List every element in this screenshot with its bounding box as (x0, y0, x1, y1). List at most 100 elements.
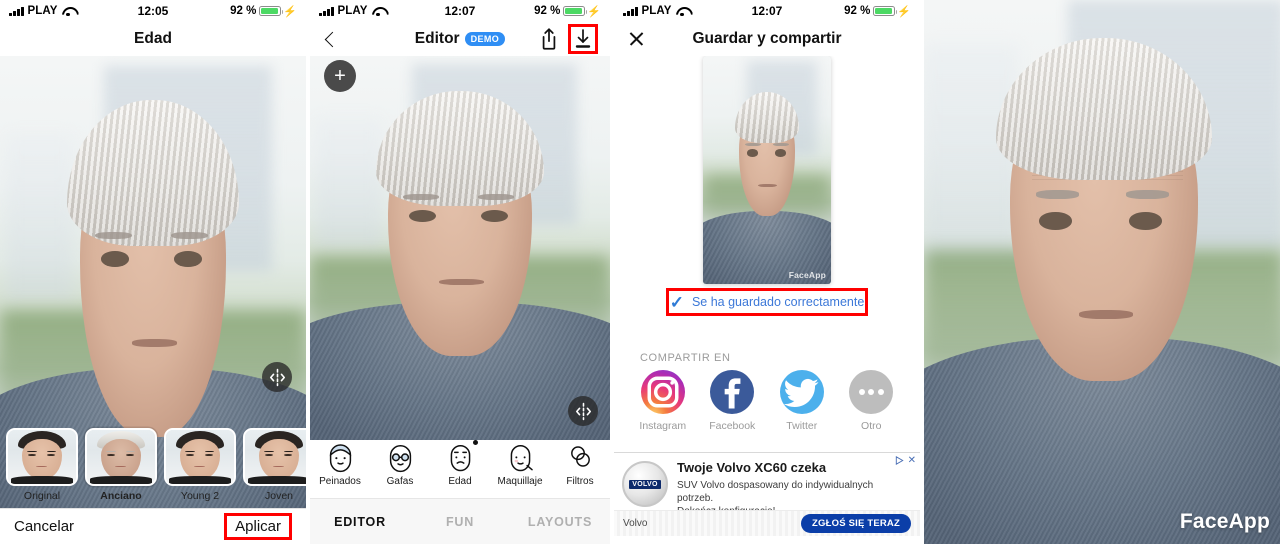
nav-bar: Edad (0, 22, 306, 56)
tool-label: Edad (448, 476, 472, 487)
nav-actions (536, 22, 610, 56)
style-label: Original (23, 490, 61, 502)
tool-edad[interactable]: Edad (430, 440, 490, 487)
status-bar: PLAY 12:05 92 % ⚡ (0, 0, 306, 22)
volvo-logo-icon: VOLVO (622, 461, 668, 507)
style-filmstrip[interactable]: Original Anciano Young 2 Joven (0, 428, 306, 508)
compare-split-icon[interactable] (262, 362, 292, 392)
tool-peinados[interactable]: Peinados (310, 440, 370, 487)
makeup-icon (504, 440, 537, 473)
result-preview-image[interactable]: FaceApp (703, 56, 831, 284)
tab-editor[interactable]: EDITOR (310, 515, 410, 529)
facebook-icon (710, 370, 755, 414)
style-thumbnail[interactable] (243, 428, 306, 486)
style-thumbnail[interactable] (164, 428, 236, 486)
check-icon: ✓ (669, 292, 684, 312)
photo-eye-left (409, 209, 436, 222)
phone-panel-editor: PLAY 12:07 92 % ⚡ Editor DEMO + Peinados… (310, 0, 610, 544)
tool-maquillaje[interactable]: Maquillaje (490, 440, 550, 487)
preview-wrapper: FaceApp (614, 56, 920, 284)
photo-mouth (1078, 310, 1133, 319)
share-facebook[interactable]: Facebook (698, 370, 768, 432)
close-button[interactable] (614, 31, 645, 48)
tool-label: Gafas (386, 476, 414, 487)
filters-icon (564, 440, 597, 473)
thumb-image (245, 430, 306, 484)
photo-eye-left (1039, 212, 1072, 230)
photo-eye-right (174, 251, 202, 267)
style-label: Young 2 (180, 490, 220, 502)
ad-content: VOLVO Twoje Volvo XC60 czeka SUV Volvo d… (614, 453, 920, 519)
tool-label: Peinados (319, 476, 361, 487)
download-icon[interactable] (568, 24, 598, 54)
photo-eyebrow-left (403, 194, 439, 201)
share-label: Twitter (786, 420, 818, 432)
preview-eyebrow-left (745, 142, 761, 147)
back-button[interactable] (310, 31, 341, 47)
style-thumbnail[interactable] (6, 428, 78, 486)
chevron-left-icon (324, 31, 341, 47)
page-title: Editor (414, 30, 460, 47)
more-options-icon (849, 370, 894, 414)
compare-split-icon[interactable] (568, 396, 598, 426)
screenshot-root: PLAY 12:05 92 % ⚡ Edad Original Anciano … (0, 0, 1280, 544)
list-item[interactable]: Anciano (85, 428, 157, 508)
phone-panel-edad: PLAY 12:05 92 % ⚡ Edad Original Anciano … (0, 0, 306, 544)
hairstyles-icon (324, 440, 357, 473)
share-other[interactable]: Otro (837, 370, 907, 432)
demo-badge: DEMO (464, 32, 506, 46)
share-targets: Instagram Facebook Twitter Otro (628, 370, 906, 432)
new-badge-dot (472, 440, 478, 445)
photo-canvas[interactable] (310, 56, 610, 440)
share-twitter[interactable]: Twitter (767, 370, 837, 432)
status-bar: PLAY 12:07 92 % ⚡ (614, 0, 920, 22)
apply-button[interactable]: Aplicar (224, 513, 292, 540)
ad-close-x[interactable]: ✕ (908, 455, 916, 466)
ad-title: Twoje Volvo XC60 czeka (677, 460, 827, 475)
photo-mouth (439, 278, 484, 285)
faceapp-watermark: FaceApp (788, 270, 826, 280)
full-photo (924, 0, 1280, 544)
thumb-image (166, 430, 234, 484)
battery-icon (259, 5, 284, 17)
photo-eyebrow-right (1125, 190, 1169, 200)
status-bar: PLAY 12:07 92 % ⚡ (310, 0, 610, 22)
battery-icon (873, 5, 898, 17)
ad-close-icon[interactable]: ✕ (894, 455, 916, 466)
faceapp-watermark: FaceApp (1179, 510, 1270, 533)
list-item[interactable]: Original (6, 428, 78, 508)
glasses-icon (384, 440, 417, 473)
ad-line-1: SUV Volvo dospasowany do indywidualnych … (677, 479, 874, 505)
list-item[interactable]: Joven (243, 428, 306, 508)
ad-footer: Volvo ZGŁOŚ SIĘ TERAZ (614, 510, 920, 536)
style-label: Joven (264, 490, 294, 502)
saved-message: Se ha guardado correctamente (691, 295, 865, 309)
share-label: Otro (861, 420, 882, 432)
share-label: Facebook (709, 420, 756, 432)
tab-layouts[interactable]: LAYOUTS (510, 515, 610, 529)
photo-mouth (131, 339, 178, 347)
page-title: Edad (134, 30, 172, 47)
action-bar: Cancelar Aplicar (0, 508, 306, 544)
tool-gafas[interactable]: Gafas (370, 440, 430, 487)
preview-eye-left (746, 149, 759, 157)
age-icon (444, 440, 478, 473)
twitter-icon (779, 370, 824, 414)
style-label: Anciano (100, 490, 142, 502)
share-upload-icon[interactable] (536, 26, 562, 52)
tool-row: Peinados Gafas Edad Maquillaje Filtros (310, 440, 610, 498)
tool-filtros[interactable]: Filtros (550, 440, 610, 487)
ad-logo-text: VOLVO (629, 479, 661, 489)
close-x-icon (628, 31, 645, 48)
ad-cta-button[interactable]: ZGŁOŚ SIĘ TERAZ (801, 514, 911, 533)
add-photo-button[interactable]: + (324, 60, 356, 92)
phone-panel-result-photo: FaceApp (924, 0, 1280, 544)
tab-fun[interactable]: FUN (410, 515, 510, 529)
style-thumbnail[interactable] (85, 428, 157, 486)
cancel-button[interactable]: Cancelar (14, 518, 74, 535)
list-item[interactable]: Young 2 (164, 428, 236, 508)
share-instagram[interactable]: Instagram (628, 370, 698, 432)
ad-banner[interactable]: VOLVO Twoje Volvo XC60 czeka SUV Volvo d… (614, 452, 920, 536)
photo-eye-right (1129, 212, 1162, 230)
thumb-image (87, 430, 155, 484)
